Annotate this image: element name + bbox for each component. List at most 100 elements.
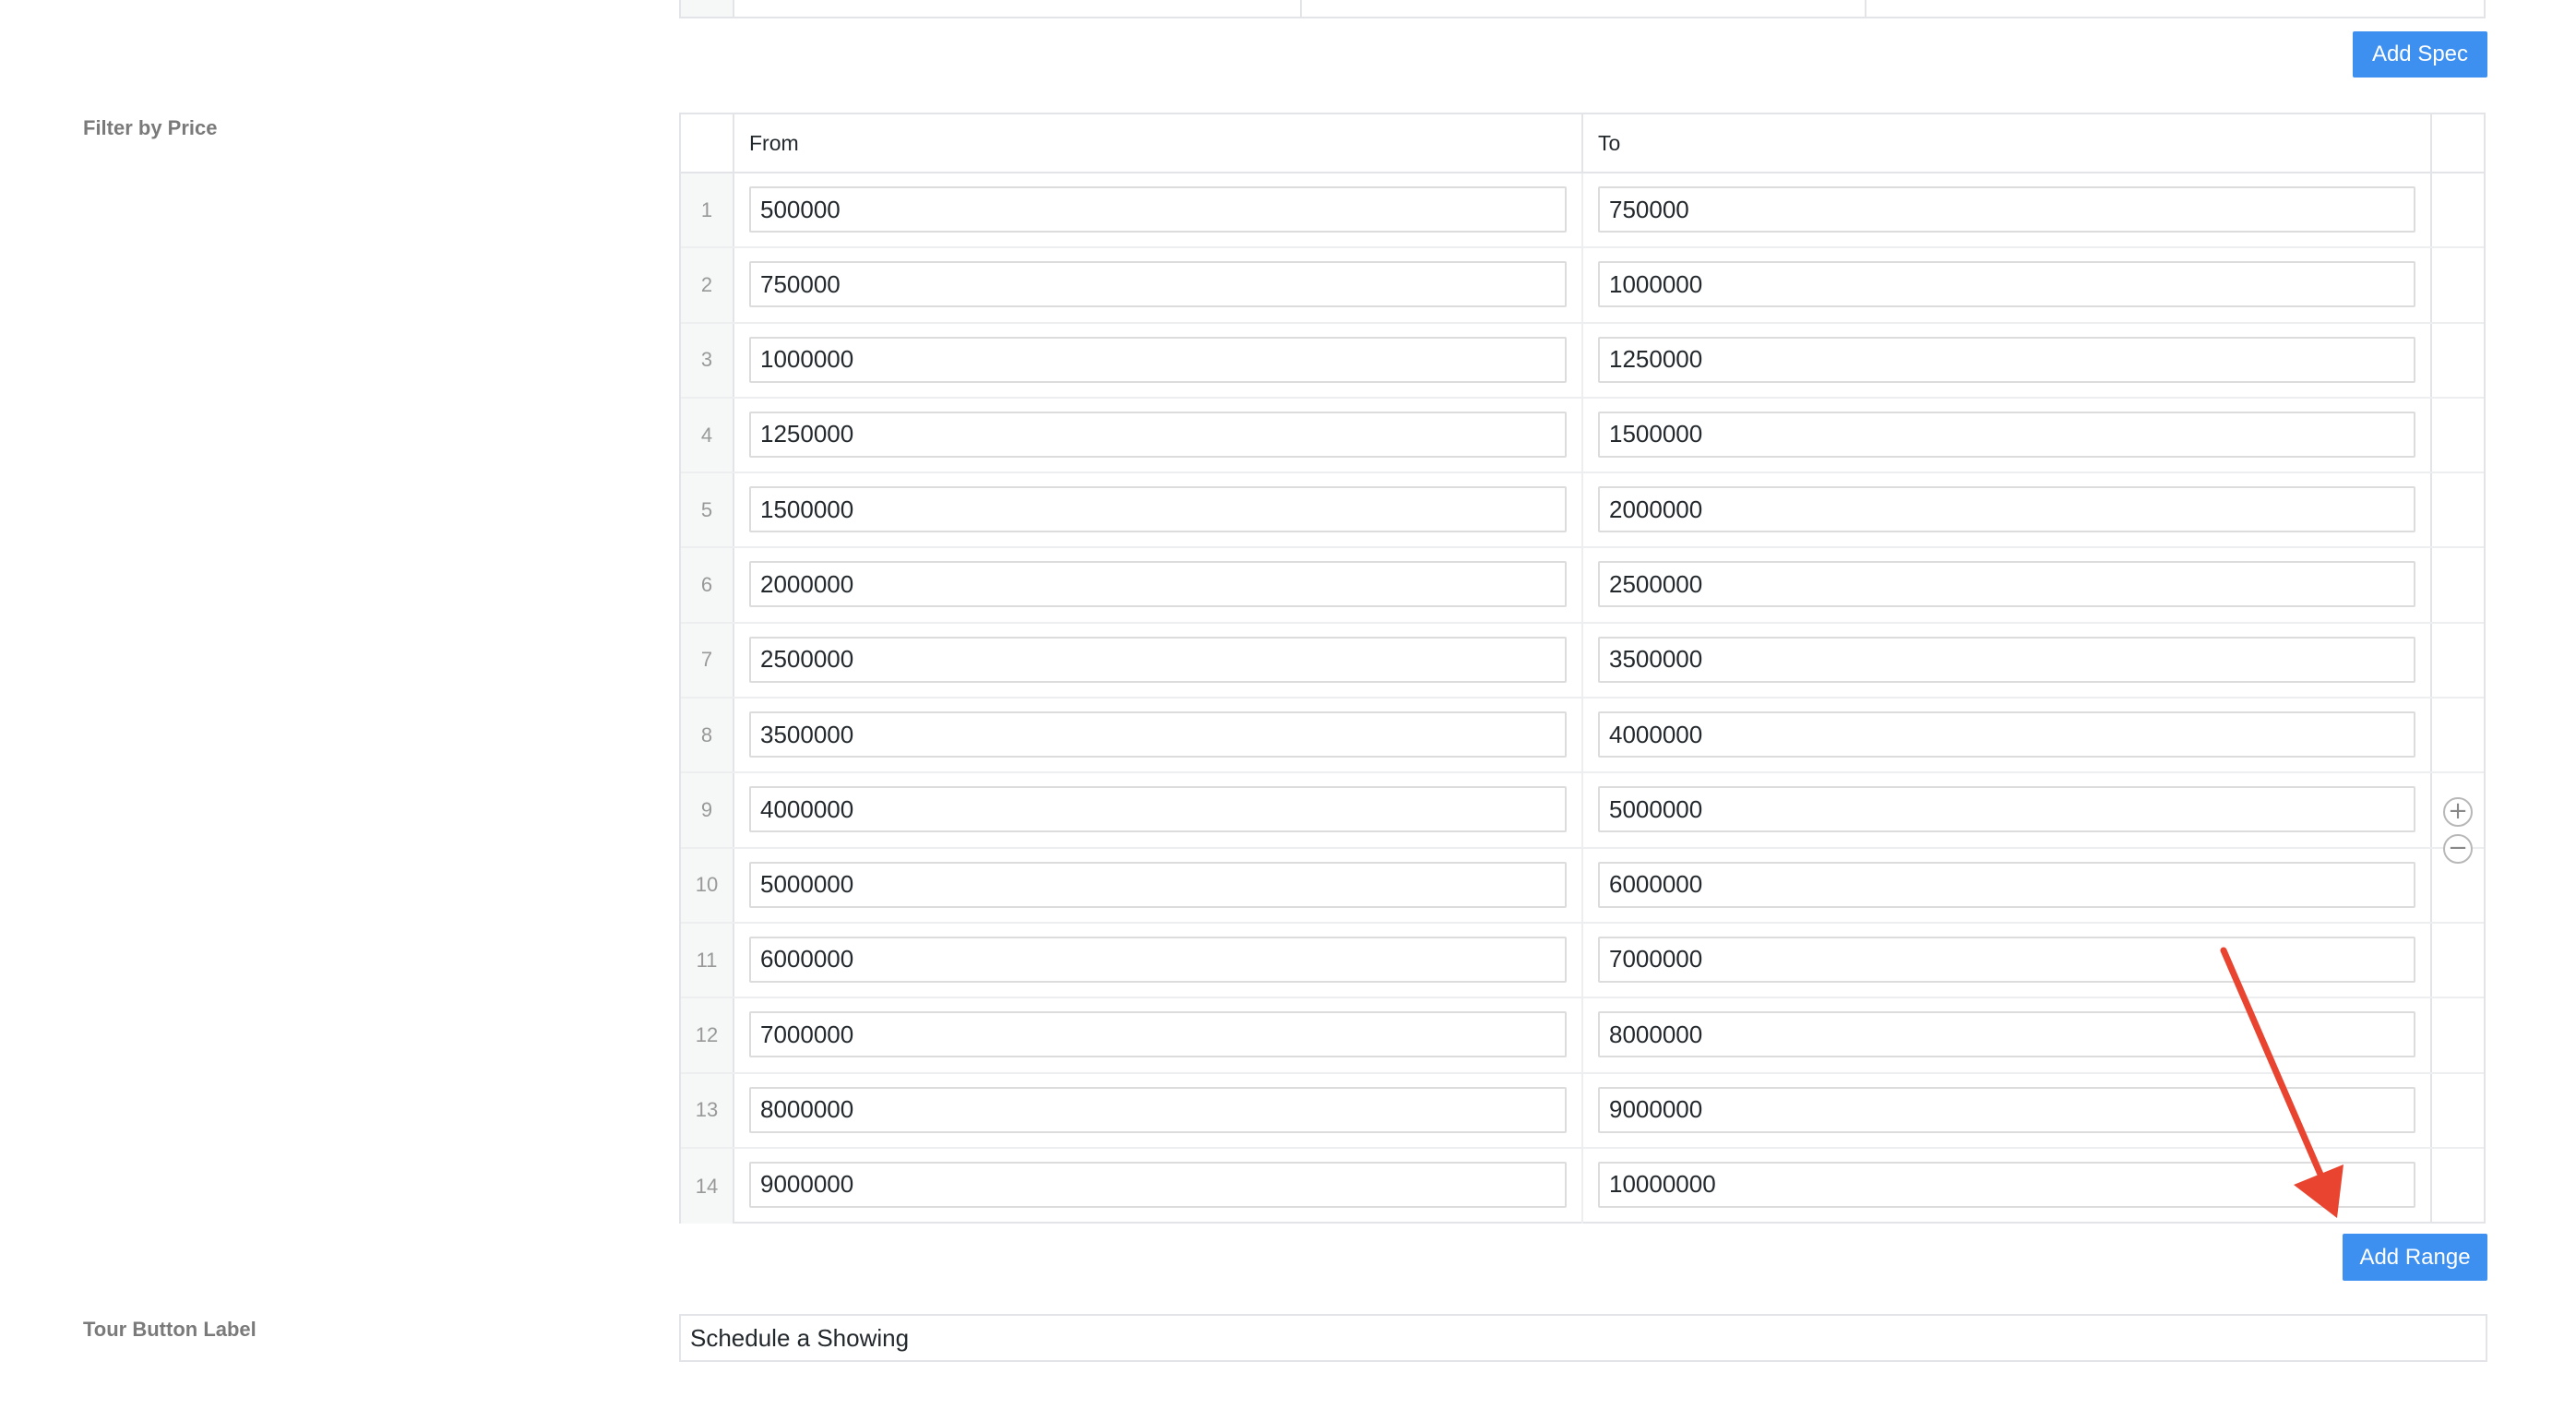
from-cell <box>734 473 1583 547</box>
from-input[interactable] <box>749 1161 1567 1208</box>
row-actions-column: + − <box>2432 173 2484 1222</box>
table-row: 12 <box>681 998 2484 1074</box>
to-input[interactable] <box>1598 711 2415 758</box>
to-cell <box>1583 548 2432 622</box>
add-spec-button[interactable]: Add Spec <box>2353 31 2487 78</box>
to-input[interactable] <box>1598 1086 2415 1133</box>
table-row: 5 <box>681 473 2484 549</box>
filter-by-price-label: Filter by Price <box>83 116 218 139</box>
table-row: 8 <box>681 699 2484 774</box>
to-cell <box>1583 473 2432 547</box>
to-cell <box>1583 1073 2432 1147</box>
row-index[interactable]: 10 <box>681 848 734 922</box>
from-cell <box>734 1073 1583 1147</box>
table-row: 13 <box>681 1073 2484 1149</box>
header-index-cell <box>681 114 734 172</box>
to-cell <box>1583 1148 2432 1224</box>
from-input[interactable] <box>749 1086 1567 1133</box>
to-input[interactable] <box>1598 861 2415 908</box>
row-index[interactable]: 8 <box>681 699 734 772</box>
from-cell <box>734 623 1583 698</box>
to-input[interactable] <box>1598 261 2415 308</box>
from-input[interactable] <box>749 486 1567 533</box>
from-cell <box>734 923 1583 997</box>
row-index[interactable]: 1 <box>681 173 734 247</box>
to-cell <box>1583 248 2432 322</box>
spec-table-bottom-edge <box>679 0 2486 18</box>
price-range-repeater: From To 1234567891011121314 + − <box>679 113 2486 1224</box>
add-range-button[interactable]: Add Range <box>2343 1234 2487 1281</box>
from-input[interactable] <box>749 261 1567 308</box>
to-cell <box>1583 323 2432 397</box>
row-index[interactable]: 13 <box>681 1073 734 1147</box>
from-cell <box>734 699 1583 772</box>
table-row: 10 <box>681 848 2484 924</box>
from-input[interactable] <box>749 336 1567 383</box>
from-cell <box>734 773 1583 847</box>
row-index[interactable]: 7 <box>681 623 734 698</box>
to-input[interactable] <box>1598 936 2415 983</box>
from-input[interactable] <box>749 861 1567 908</box>
table-row: 1 <box>681 173 2484 249</box>
row-index[interactable]: 12 <box>681 998 734 1072</box>
from-cell <box>734 548 1583 622</box>
row-index[interactable]: 6 <box>681 548 734 622</box>
table-row: 4 <box>681 398 2484 474</box>
minus-circle-icon[interactable]: − <box>2443 834 2473 864</box>
to-cell <box>1583 398 2432 472</box>
table-row: 6 <box>681 548 2484 624</box>
column-header-from: From <box>734 114 1583 172</box>
to-input[interactable] <box>1598 636 2415 683</box>
from-input[interactable] <box>749 936 1567 983</box>
table-row: 2 <box>681 248 2484 324</box>
table-row: 14 <box>681 1148 2484 1224</box>
to-cell <box>1583 998 2432 1072</box>
from-cell <box>734 398 1583 472</box>
table-row: 3 <box>681 323 2484 399</box>
to-input[interactable] <box>1598 486 2415 533</box>
to-input[interactable] <box>1598 561 2415 608</box>
table-row: 7 <box>681 623 2484 699</box>
to-input[interactable] <box>1598 186 2415 233</box>
to-cell <box>1583 623 2432 698</box>
row-index[interactable]: 3 <box>681 323 734 397</box>
from-input[interactable] <box>749 636 1567 683</box>
to-input[interactable] <box>1598 336 2415 383</box>
spec-table-divider <box>1300 0 1302 17</box>
row-index[interactable]: 14 <box>681 1148 734 1224</box>
repeater-rows: 1234567891011121314 <box>681 173 2484 1224</box>
from-input[interactable] <box>749 411 1567 458</box>
from-cell <box>734 998 1583 1072</box>
to-input[interactable] <box>1598 786 2415 833</box>
from-input[interactable] <box>749 1011 1567 1058</box>
tour-button-label-input[interactable] <box>679 1314 2487 1362</box>
to-cell <box>1583 699 2432 772</box>
row-index[interactable]: 9 <box>681 773 734 847</box>
repeater-header: From To <box>681 114 2484 173</box>
from-input[interactable] <box>749 186 1567 233</box>
tour-button-label: Tour Button Label <box>83 1318 256 1341</box>
row-index[interactable]: 4 <box>681 398 734 472</box>
to-cell <box>1583 773 2432 847</box>
table-row: 9 <box>681 773 2484 849</box>
from-cell <box>734 848 1583 922</box>
spec-table-divider <box>1865 0 1866 17</box>
row-index[interactable]: 2 <box>681 248 734 322</box>
from-input[interactable] <box>749 561 1567 608</box>
row-index[interactable]: 11 <box>681 923 734 997</box>
to-input[interactable] <box>1598 1011 2415 1058</box>
to-cell <box>1583 173 2432 247</box>
to-input[interactable] <box>1598 1161 2415 1208</box>
from-input[interactable] <box>749 711 1567 758</box>
from-cell <box>734 248 1583 322</box>
row-index[interactable]: 5 <box>681 473 734 547</box>
plus-circle-icon[interactable]: + <box>2443 797 2473 827</box>
from-cell <box>734 1148 1583 1224</box>
spec-table-index-cell <box>681 0 734 17</box>
column-header-to: To <box>1583 114 2432 172</box>
to-input[interactable] <box>1598 411 2415 458</box>
to-cell <box>1583 848 2432 922</box>
from-cell <box>734 323 1583 397</box>
to-cell <box>1583 923 2432 997</box>
from-input[interactable] <box>749 786 1567 833</box>
